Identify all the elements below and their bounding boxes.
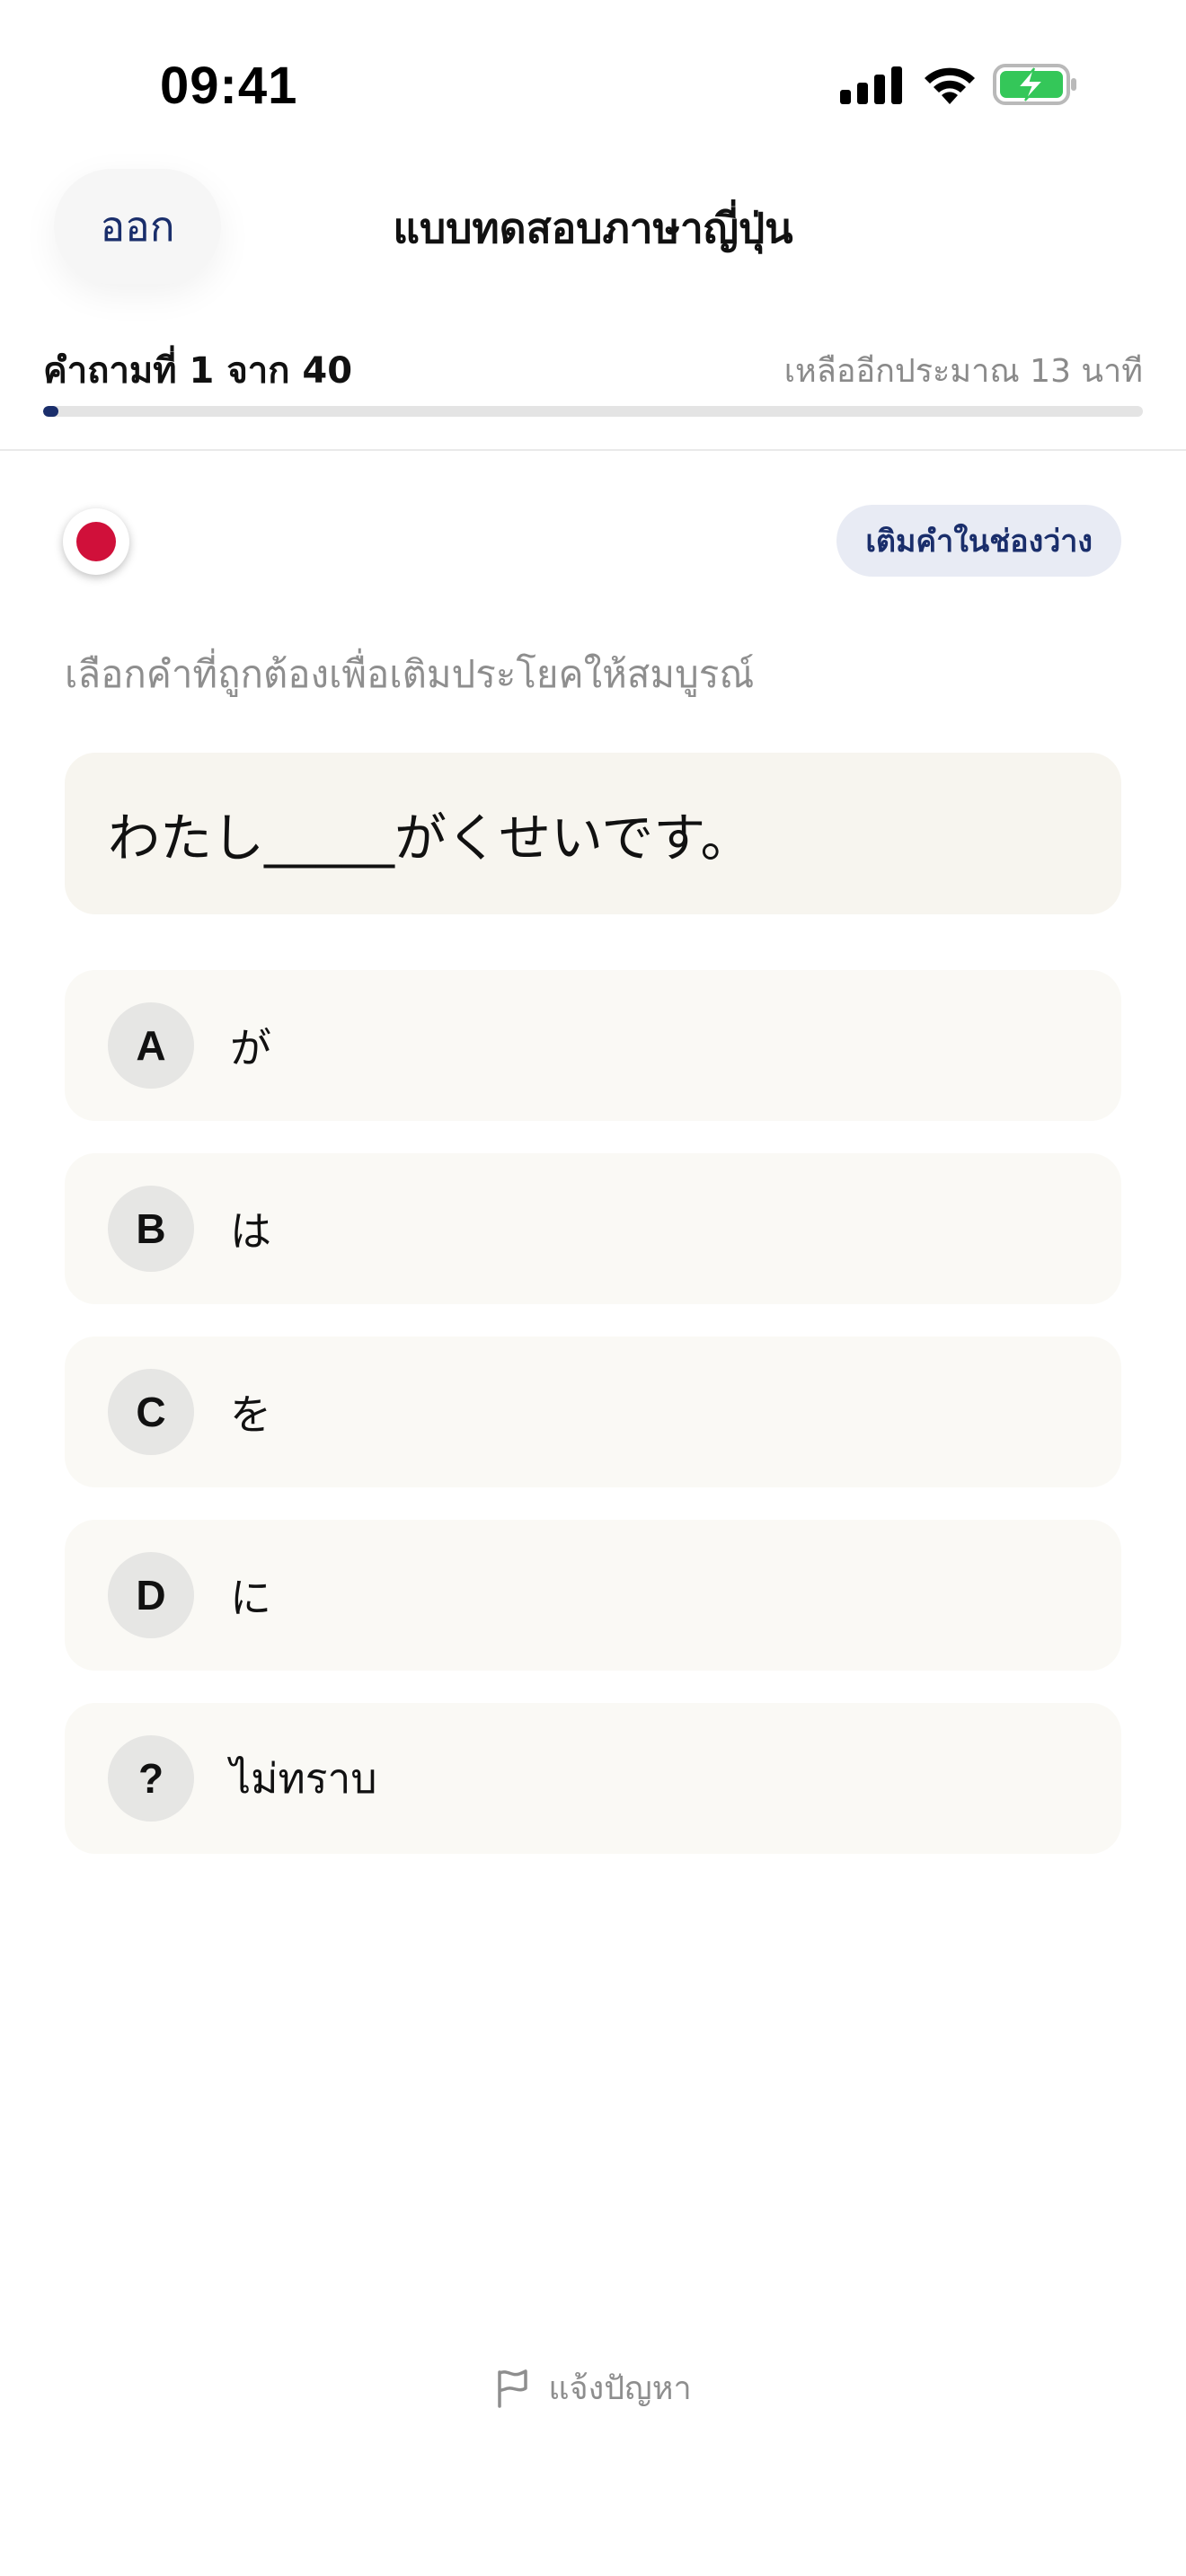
progress-bar <box>43 406 1143 417</box>
divider <box>0 449 1186 451</box>
battery-charging-icon <box>993 64 1076 105</box>
option-key-badge: B <box>108 1186 194 1272</box>
option-key-badge: C <box>108 1369 194 1455</box>
japan-flag-icon <box>63 508 129 575</box>
option-text: に <box>230 1574 271 1622</box>
option-d[interactable]: D に <box>65 1520 1121 1671</box>
wifi-icon <box>925 67 975 104</box>
flag-icon <box>498 2369 528 2408</box>
question-type-badge: เติมคำในช่องว่าง <box>836 505 1121 577</box>
option-text: は <box>230 1207 271 1256</box>
time-remaining: เหลืออีกประมาณ 13 นาที <box>783 353 1143 390</box>
progress-bar-fill <box>43 406 59 417</box>
question-counter: คำถามที่ 1 จาก 40 <box>43 350 353 392</box>
option-text: が <box>230 1024 271 1072</box>
signal-icon <box>840 66 902 104</box>
option-c[interactable]: C を <box>65 1337 1121 1487</box>
option-key-badge: A <box>108 1002 194 1089</box>
option-b[interactable]: B は <box>65 1153 1121 1304</box>
question-instruction: เลือกคำที่ถูกต้องเพื่อเติมประโยคให้สมบูร… <box>65 652 755 696</box>
report-problem-link[interactable]: แจ้งปัญหา <box>0 2362 1186 2413</box>
question-mark-badge: ? <box>108 1735 194 1822</box>
question-sentence: わたし_____がくせいです。 <box>108 807 753 869</box>
quiz-screen: 09:41 ออก แบบทดสอบภาษาญี่ปุ่น คำถามที่ 1… <box>0 0 1186 2576</box>
option-dont-know[interactable]: ? ไม่ทราบ <box>65 1703 1121 1854</box>
option-text: ไม่ทราบ <box>230 1753 377 1803</box>
option-a[interactable]: A が <box>65 970 1121 1121</box>
option-key-badge: D <box>108 1552 194 1638</box>
question-card: わたし_____がくせいです。 <box>65 753 1121 914</box>
page-title: แบบทดสอบภาษาญี่ปุ่น <box>393 204 793 252</box>
flag-red-circle <box>76 522 116 561</box>
option-text: を <box>230 1390 271 1439</box>
status-time: 09:41 <box>160 57 298 115</box>
report-problem-label: แจ้งปัญหา <box>548 2370 692 2407</box>
